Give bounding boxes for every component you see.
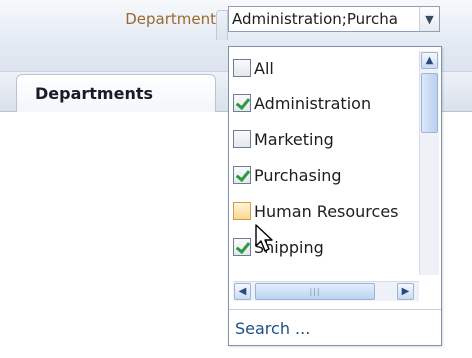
arrow-left-icon[interactable]: ◀ — [234, 283, 251, 300]
checkbox-administration[interactable] — [233, 94, 251, 112]
option-label: Marketing — [254, 129, 334, 149]
option-label: All — [254, 58, 274, 78]
search-link[interactable]: Search ... — [235, 319, 310, 338]
checkbox-marketing[interactable] — [233, 130, 251, 148]
checkbox-all[interactable] — [233, 59, 251, 77]
option-administration[interactable]: Administration — [233, 90, 433, 116]
vertical-scrollbar[interactable]: ▲ — [419, 51, 439, 275]
chevron-down-icon[interactable]: ▼ — [419, 7, 439, 31]
arrow-right-icon[interactable]: ▶ — [397, 283, 414, 300]
department-label: Department — [125, 10, 216, 28]
mouse-pointer-icon — [255, 224, 273, 252]
tab-secondary[interactable] — [216, 10, 228, 40]
checkbox-shipping[interactable] — [233, 238, 251, 256]
checkbox-purchasing[interactable] — [233, 166, 251, 184]
arrow-up-icon[interactable]: ▲ — [421, 52, 438, 69]
horizontal-scroll-thumb[interactable]: ||| — [255, 283, 375, 300]
option-marketing[interactable]: Marketing — [233, 126, 433, 152]
option-label: Purchasing — [254, 165, 342, 185]
option-all[interactable]: All — [233, 55, 433, 81]
option-label: Administration — [254, 93, 372, 113]
department-select-value: Administration;Purcha — [232, 10, 398, 28]
vertical-scroll-thumb[interactable] — [421, 73, 438, 133]
tab-departments[interactable]: Departments — [16, 74, 216, 112]
horizontal-scrollbar[interactable]: ◀ ||| ▶ — [233, 281, 419, 301]
department-select[interactable]: Administration;Purcha ▼ — [228, 6, 440, 32]
divider — [229, 309, 441, 310]
option-human-resources[interactable]: Human Resources — [233, 198, 433, 224]
option-purchasing[interactable]: Purchasing — [233, 162, 433, 188]
department-dropdown: All Administration Marketing Purchasing … — [228, 46, 442, 346]
option-label: Human Resources — [254, 201, 399, 221]
checkbox-human-resources[interactable] — [233, 202, 251, 220]
